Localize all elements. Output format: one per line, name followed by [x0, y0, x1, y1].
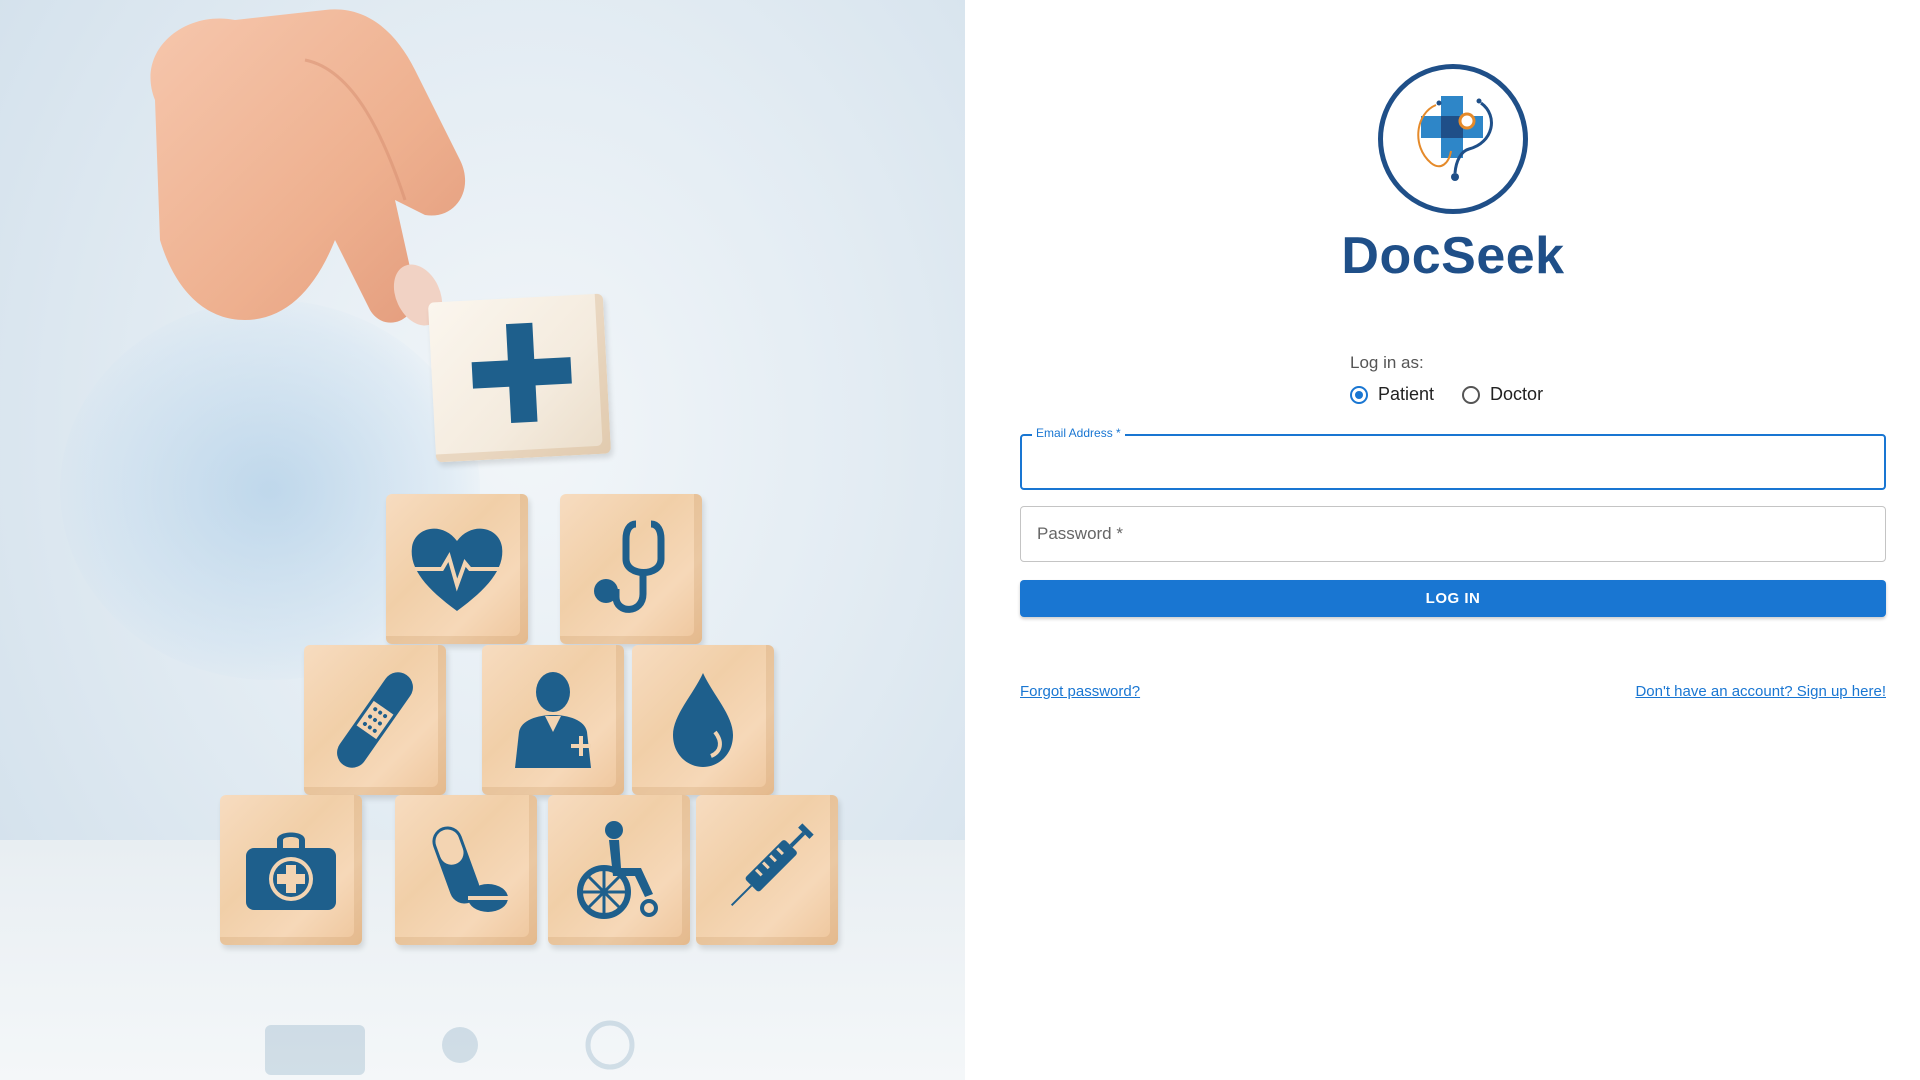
reflection-shapes: [265, 1020, 635, 1075]
pill-icon: [432, 826, 508, 912]
brand-name: DocSeek: [1341, 227, 1565, 285]
role-radio-group: Patient Doctor: [1350, 384, 1561, 405]
login-as-label: Log in as:: [1350, 353, 1424, 372]
radio-patient[interactable]: [1350, 385, 1368, 404]
wheelchair-icon: [577, 821, 658, 919]
cube-doctor: [482, 645, 624, 795]
reflection: [230, 960, 700, 1080]
hero-image: [0, 0, 965, 1080]
cube-stethoscope: [560, 494, 702, 644]
cube-first-aid: [220, 795, 362, 945]
cube-heart: [386, 494, 528, 644]
cube-syringe: [696, 795, 838, 945]
cube-bandage: [304, 645, 446, 795]
stethoscope-icon: [594, 520, 665, 613]
radio-doctor[interactable]: [1462, 385, 1481, 404]
blood-drop-icon: [673, 673, 733, 767]
role-option-patient[interactable]: Patient: [1350, 384, 1434, 405]
email-field[interactable]: Email Address *: [1020, 426, 1886, 490]
cube-wheelchair: [548, 795, 690, 945]
cube-blood-drop: [632, 645, 774, 795]
email-input[interactable]: [1036, 436, 1860, 490]
radio-patient-label: Patient: [1378, 384, 1435, 404]
signup-link[interactable]: Don't have an account? Sign up here!: [1635, 683, 1886, 700]
doctor-icon: [515, 672, 591, 768]
app-logo: [1378, 64, 1528, 214]
radio-doctor-label: Doctor: [1490, 384, 1544, 404]
first-aid-kit-icon: [246, 832, 336, 910]
heart-pulse-icon: [411, 528, 503, 611]
login-button[interactable]: LOG IN: [1020, 580, 1886, 617]
cube-plus: [427, 293, 612, 463]
forgot-password-link[interactable]: Forgot password?: [1020, 683, 1140, 700]
role-option-doctor[interactable]: Doctor: [1462, 384, 1543, 405]
password-input[interactable]: [1035, 507, 1859, 561]
password-field[interactable]: [1020, 506, 1886, 562]
cube-pill: [395, 795, 537, 945]
bandage-icon: [337, 672, 413, 768]
syringe-icon: [730, 823, 814, 907]
medical-cross-stethoscope-icon: [1417, 96, 1493, 181]
plus-icon: [471, 322, 572, 423]
